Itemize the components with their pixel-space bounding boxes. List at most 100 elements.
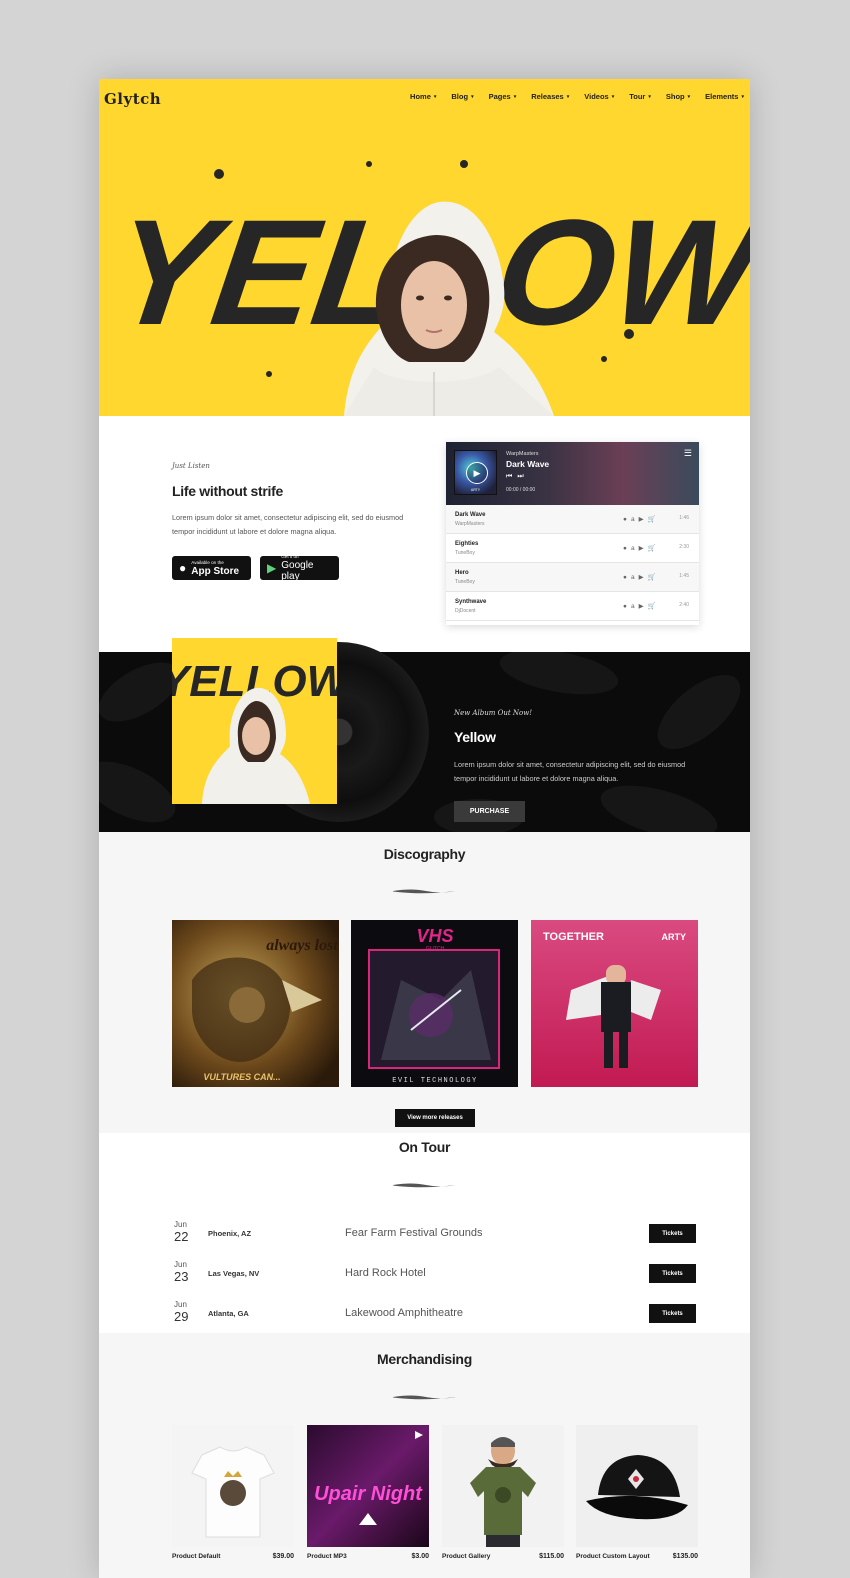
product-card[interactable]: Product Gallery $115.00	[442, 1425, 564, 1560]
playlist-menu-icon[interactable]: ☰	[684, 448, 692, 459]
nav-home[interactable]: Home ▾	[410, 92, 436, 101]
tour-day: 23	[174, 1269, 189, 1284]
tour-venue: Fear Farm Festival Grounds	[345, 1227, 483, 1239]
track-row[interactable]: Hero TuneBoy ●a▶🛒 1:45	[446, 563, 699, 592]
play-store-icon[interactable]: ▶	[639, 574, 648, 581]
nav-label: Tour	[629, 92, 646, 101]
cart-icon[interactable]: 🛒	[648, 574, 660, 581]
cart-icon[interactable]: 🛒	[648, 516, 660, 523]
player-controls: ⏮⏭	[506, 473, 529, 481]
track-artist: WarpMasters	[455, 521, 485, 527]
tour-date-row: Jun 29 Atlanta, GA Lakewood Amphitheatre…	[99, 1300, 750, 1330]
mp3-cover-image: Upair Night	[307, 1425, 429, 1547]
product-price: $115.00	[539, 1553, 564, 1560]
track-row[interactable]: Synthwave DjDocent ●a▶🛒 2:40	[446, 592, 699, 621]
player-title: Dark Wave	[506, 459, 550, 469]
product-image	[576, 1425, 698, 1547]
tickets-button[interactable]: Tickets	[649, 1264, 696, 1283]
nav-releases[interactable]: Releases ▾	[531, 92, 569, 101]
amazon-icon[interactable]: a	[631, 574, 639, 581]
apple-icon: ●	[179, 561, 187, 575]
release-cover-3: TOGETHER ARTY	[531, 920, 698, 1087]
release-card[interactable]: always lost VULTURES CAN...	[172, 920, 339, 1087]
brush-divider	[392, 889, 456, 894]
album-kicker: New Album Out Now!	[454, 709, 533, 717]
nav-shop[interactable]: Shop ▾	[666, 92, 690, 101]
product-card[interactable]: Upair Night Product MP3 $3.00	[307, 1425, 429, 1560]
google-play-button[interactable]: ▶ Get it on Google play	[260, 554, 339, 582]
track-name: Dark Wave	[455, 512, 486, 518]
release-card[interactable]: VHS GLITCH EVIL TECHNOLOGY	[351, 920, 518, 1087]
play-icon[interactable]: ▶	[466, 462, 488, 484]
track-row[interactable]: Eighties TuneBoy ●a▶🛒 2:30	[446, 534, 699, 563]
listen-text: Lorem ipsum dolor sit amet, consectetur …	[172, 513, 404, 536]
app-store-button[interactable]: ● Available on the App Store	[172, 556, 251, 580]
chevron-down-icon: ▾	[741, 93, 744, 100]
product-card[interactable]: Product Default $39.00	[172, 1425, 294, 1560]
nav-elements[interactable]: Elements ▾	[705, 92, 744, 101]
chevron-down-icon: ▾	[648, 93, 651, 100]
release-3-title: TOGETHER	[543, 931, 604, 943]
album-cover-illustration: YELLOW	[172, 657, 337, 804]
main-nav: Home ▾ Blog ▾ Pages ▾ Releases ▾ Videos ▾ Tou…	[395, 92, 744, 101]
discography-title: Discography	[383, 846, 466, 862]
site-logo[interactable]: Glytch	[104, 90, 161, 108]
google-play-big: Google play	[281, 560, 314, 582]
release-2-subtitle: EVIL TECHNOLOGY	[392, 1077, 478, 1085]
player-cover-art: ▶ ARTY	[454, 450, 497, 495]
cart-icon[interactable]: 🛒	[648, 545, 660, 552]
player-time: 00:00 / 00:00	[506, 487, 536, 493]
release-cover-2: VHS GLITCH EVIL TECHNOLOGY	[351, 920, 518, 1087]
product-price: $135.00	[672, 1553, 698, 1560]
track-artist: DjDocent	[455, 608, 476, 614]
tour-date-row: Jun 23 Las Vegas, NV Hard Rock Hotel Tic…	[99, 1260, 750, 1290]
listen-section: Just Listen Life without strife Lorem ip…	[99, 416, 750, 652]
new-album-section: YELLOW New Album Out Now! Yellow Lorem i…	[99, 638, 750, 832]
nav-label: Pages	[488, 92, 511, 101]
release-card[interactable]: TOGETHER ARTY	[531, 920, 698, 1087]
track-artist: TuneBoy	[455, 579, 475, 585]
product-card[interactable]: Product Custom Layout $135.00	[576, 1425, 698, 1560]
track-store-icons: ●a▶🛒	[623, 515, 660, 523]
album-cover-art[interactable]: YELLOW	[172, 638, 337, 804]
tickets-button[interactable]: Tickets	[649, 1224, 696, 1243]
amazon-icon[interactable]: a	[631, 603, 639, 610]
player-header: ▶ ARTY WarpMasters Dark Wave ⏮⏭ 00:00 / …	[446, 442, 699, 505]
play-store-icon[interactable]: ▶	[639, 603, 648, 610]
hero-model-photo	[344, 201, 554, 416]
apple-icon[interactable]: ●	[623, 603, 631, 610]
hero-section: Glytch Home ▾ Blog ▾ Pages ▾ Releases ▾ Vide…	[99, 79, 750, 416]
listen-kicker: Just Listen	[172, 462, 210, 470]
product-price: $3.00	[411, 1553, 429, 1560]
cart-icon[interactable]: 🛒	[648, 603, 660, 610]
track-row[interactable]: Dark Wave WarpMasters ●a▶🛒 1:46	[446, 505, 699, 534]
tour-city: Atlanta, GA	[208, 1309, 249, 1318]
amazon-icon[interactable]: a	[631, 545, 639, 552]
nav-tour[interactable]: Tour ▾	[629, 92, 651, 101]
apple-icon[interactable]: ●	[623, 574, 631, 581]
page: Glytch Home ▾ Blog ▾ Pages ▾ Releases ▾ Vide…	[99, 79, 750, 1578]
amazon-icon[interactable]: a	[631, 516, 639, 523]
apple-icon[interactable]: ●	[623, 516, 631, 523]
tour-month: Jun	[174, 1260, 187, 1269]
release-1-subtitle: VULTURES CAN...	[203, 1072, 280, 1082]
tour-venue: Lakewood Amphitheatre	[345, 1307, 464, 1319]
album-text: Lorem ipsum dolor sit amet, consectetur …	[454, 760, 686, 783]
purchase-button[interactable]: PURCHASE	[454, 801, 525, 822]
previous-icon[interactable]: ⏮	[506, 473, 517, 480]
nav-videos[interactable]: Videos ▾	[584, 92, 614, 101]
tickets-button[interactable]: Tickets	[649, 1304, 696, 1323]
play-store-icon[interactable]: ▶	[639, 545, 648, 552]
nav-pages[interactable]: Pages ▾	[489, 92, 517, 101]
track-artist: TuneBoy	[455, 550, 475, 556]
apple-icon[interactable]: ●	[623, 545, 631, 552]
nav-blog[interactable]: Blog ▾	[451, 92, 473, 101]
chevron-down-icon: ▾	[513, 93, 517, 100]
view-more-releases-button[interactable]: View more releases	[395, 1109, 475, 1127]
release-3-brand: ARTY	[662, 932, 687, 942]
tour-city: Phoenix, AZ	[208, 1229, 252, 1238]
play-store-icon[interactable]: ▶	[639, 516, 648, 523]
product-image: Upair Night	[307, 1425, 429, 1547]
next-icon[interactable]: ⏭	[517, 473, 528, 480]
track-duration: 1:45	[679, 573, 689, 579]
